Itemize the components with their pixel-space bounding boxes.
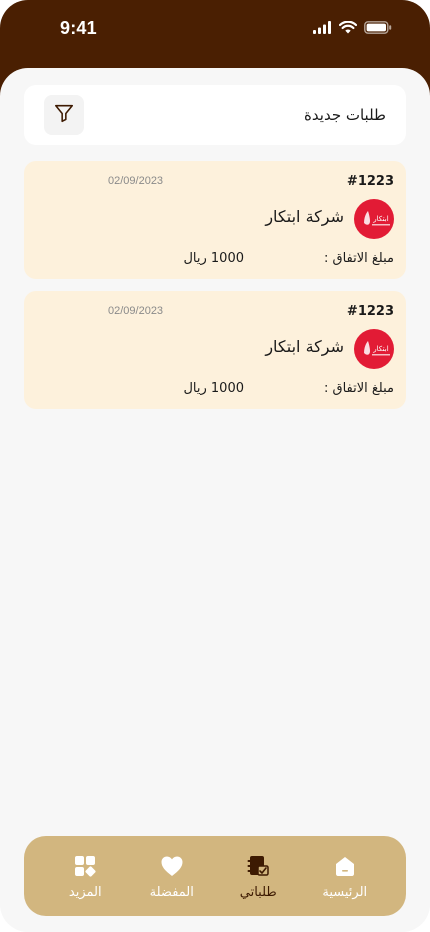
signal-icon	[313, 19, 332, 38]
amount-label: مبلغ الاتفاق :	[323, 381, 394, 396]
amount-value: 1000 ريال	[183, 381, 244, 396]
heart-icon	[159, 853, 185, 879]
nav-label: المزيد	[68, 884, 102, 900]
order-id: #1223	[346, 174, 394, 189]
wifi-icon	[338, 19, 358, 38]
status-bar: 9:41	[0, 0, 430, 56]
bottom-nav: المزيد المفضلة طلباتي الرئيسية	[24, 836, 406, 916]
orders-icon	[245, 853, 271, 879]
nav-label: طلباتي	[239, 884, 277, 900]
main-content: طلبات جديدة 02/09/2023 #1223 ابتكار شركة…	[0, 68, 430, 932]
filter-button[interactable]	[44, 95, 84, 135]
status-time: 9:41	[60, 17, 97, 38]
grid-icon	[72, 853, 98, 879]
page-header: طلبات جديدة	[24, 85, 406, 145]
order-date: 02/09/2023	[108, 175, 164, 187]
nav-item-home[interactable]: الرئيسية	[305, 853, 385, 900]
nav-item-favorites[interactable]: المفضلة	[132, 853, 212, 900]
order-date: 02/09/2023	[108, 305, 164, 317]
phone-screen: 9:41 طلبات جديدة 02/09/2023 #1223 ابتكار…	[0, 0, 430, 932]
company-logo-text: ابتكار	[372, 345, 388, 353]
status-icons	[313, 19, 392, 38]
company-logo: ابتكار	[354, 199, 394, 239]
amount-label: مبلغ الاتفاق :	[323, 251, 394, 266]
order-card[interactable]: 02/09/2023 #1223 ابتكار شركة ابتكار مبلغ…	[24, 291, 406, 409]
filter-icon	[53, 102, 75, 128]
company-name: شركة ابتكار	[265, 337, 344, 356]
nav-label: الرئيسية	[322, 884, 368, 900]
company-name: شركة ابتكار	[265, 207, 344, 226]
order-card[interactable]: 02/09/2023 #1223 ابتكار شركة ابتكار مبلغ…	[24, 161, 406, 279]
page-title: طلبات جديدة	[304, 106, 386, 124]
nav-item-more[interactable]: المزيد	[45, 853, 125, 900]
amount-value: 1000 ريال	[183, 251, 244, 266]
company-logo: ابتكار	[354, 329, 394, 369]
battery-icon	[364, 19, 392, 38]
company-logo-text: ابتكار	[372, 215, 388, 223]
home-icon	[332, 853, 358, 879]
nav-item-my-orders[interactable]: طلباتي	[218, 853, 298, 900]
nav-label: المفضلة	[149, 884, 194, 900]
order-id: #1223	[346, 304, 394, 319]
